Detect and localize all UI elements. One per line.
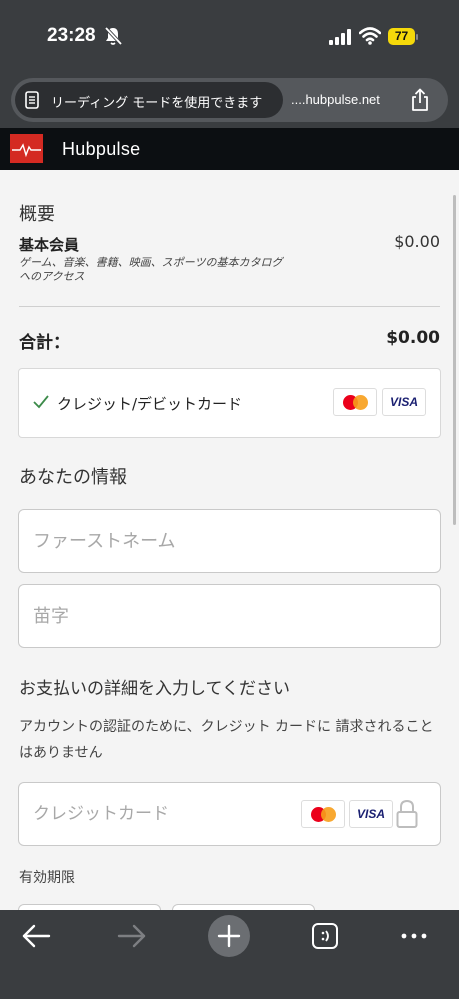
scrollbar[interactable] [453, 195, 456, 525]
status-time: 23:28 [47, 25, 96, 46]
card-notice: アカウントの認証のために、クレジット カードに 請求されることはありません [19, 719, 434, 761]
status-bar: 23:28 77 [0, 0, 459, 72]
site-name[interactable]: Hubpulse [62, 139, 140, 160]
cellular-signal-icon [329, 29, 351, 45]
reader-mode-button[interactable]: リーディング モードを使用できます [15, 82, 283, 118]
summary-heading: 概要 [19, 204, 55, 225]
lock-icon [396, 799, 418, 828]
back-arrow-icon[interactable] [14, 914, 58, 958]
total-label: 合計： [19, 333, 70, 353]
pulse-icon [12, 143, 41, 158]
address-bar[interactable]: リーディング モードを使用できます ....hubpulse.net [11, 78, 448, 122]
checkmark-icon [33, 395, 49, 409]
first-name-input[interactable] [18, 509, 441, 573]
plus-icon [217, 924, 241, 948]
total-price: $0.00 [386, 328, 440, 348]
mastercard-icon [333, 388, 377, 416]
your-info-heading: あなたの情報 [19, 467, 127, 488]
battery-level: 77 [388, 28, 415, 45]
hubpulse-logo[interactable] [10, 134, 43, 163]
visa-icon: VISA [349, 800, 393, 828]
payment-details-heading: お支払いの詳細を入力してください [19, 679, 290, 699]
new-tab-button[interactable] [207, 914, 251, 958]
credit-card-field[interactable]: VISA [18, 782, 441, 846]
plan-price: $0.00 [394, 232, 440, 251]
more-icon[interactable] [392, 914, 436, 958]
forward-arrow-icon[interactable] [110, 914, 154, 958]
tabs-icon[interactable] [303, 914, 347, 958]
site-header: Hubpulse [0, 128, 459, 170]
reader-mode-label: リーディング モードを使用できます [51, 96, 263, 111]
wifi-icon [359, 27, 381, 45]
payment-method-option[interactable]: クレジット/デビットカード VISA [18, 368, 441, 438]
battery-indicator: 77 [388, 28, 418, 45]
divider [19, 306, 440, 307]
expiry-label: 有効期限 [19, 870, 75, 886]
plan-description: ゲーム、音楽、書籍、映画、スポーツの基本カタログへのアクセス [19, 256, 283, 283]
visa-icon: VISA [382, 388, 426, 416]
last-name-input[interactable] [18, 584, 441, 648]
checkout-content: 概要 基本会員 $0.00 ゲーム、音楽、書籍、映画、スポーツの基本カタログへの… [0, 170, 459, 910]
url-text[interactable]: ....hubpulse.net [291, 92, 380, 107]
visa-label: VISA [356, 807, 385, 821]
credit-card-input[interactable] [19, 783, 299, 845]
payment-method-label: クレジット/デビットカード [57, 395, 243, 413]
browser-address-area: リーディング モードを使用できます ....hubpulse.net [0, 72, 459, 128]
plan-name: 基本会員 [19, 236, 80, 254]
browser-toolbar [0, 910, 459, 999]
visa-label: VISA [389, 395, 418, 409]
document-icon [25, 91, 39, 109]
mastercard-icon [301, 800, 345, 828]
bell-muted-icon [104, 26, 122, 46]
share-icon[interactable] [409, 88, 431, 112]
